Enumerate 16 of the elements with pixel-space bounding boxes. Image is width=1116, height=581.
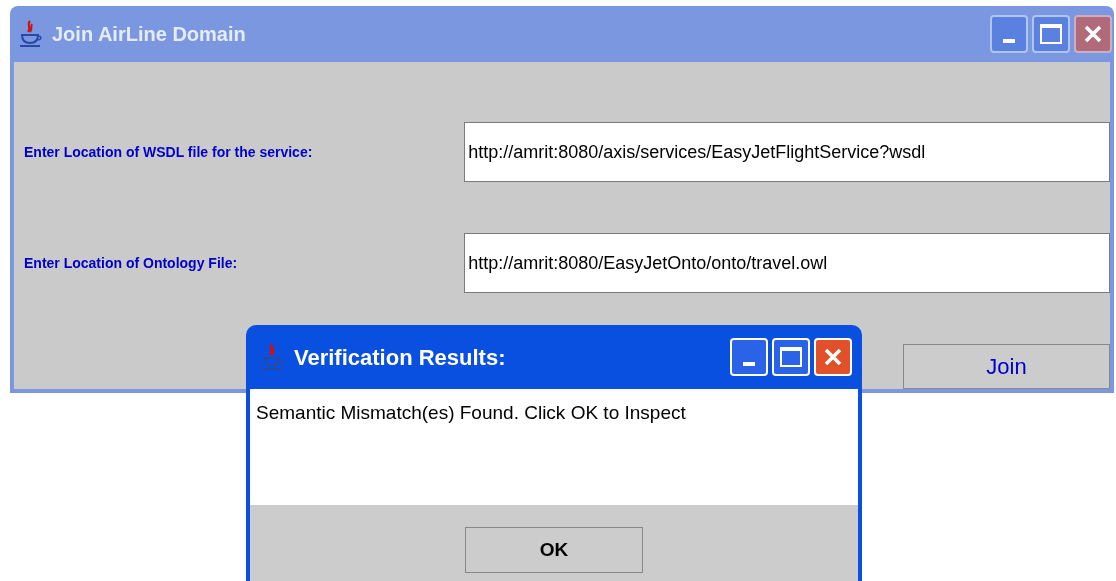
close-icon [823, 347, 843, 367]
minimize-button[interactable] [990, 15, 1028, 53]
message-text: Semantic Mismatch(es) Found. Click OK to Inspect [256, 402, 686, 423]
dialog-title: Verification Results: [294, 343, 507, 372]
coffee-cup-icon [18, 19, 42, 49]
window-title: Join AirLine Domain [52, 22, 247, 47]
field-label: Enter Location of Ontology File: [23, 253, 239, 273]
join-button[interactable]: Join [903, 344, 1110, 389]
url-field[interactable]: http://amrit:8080/EasyJetOnto/onto/travel.owl [464, 233, 1110, 293]
coffee-cup-icon [260, 342, 284, 372]
maximize-button[interactable] [1032, 15, 1070, 53]
close-button[interactable] [1074, 15, 1112, 53]
url-field[interactable]: http://amrit:8080/axis/services/EasyJetFlightService?wsdl [464, 122, 1110, 182]
close-icon [1083, 24, 1103, 44]
ok-button[interactable]: OK [465, 527, 643, 573]
field-label: Enter Location of WSDL file for the service: [23, 142, 314, 162]
